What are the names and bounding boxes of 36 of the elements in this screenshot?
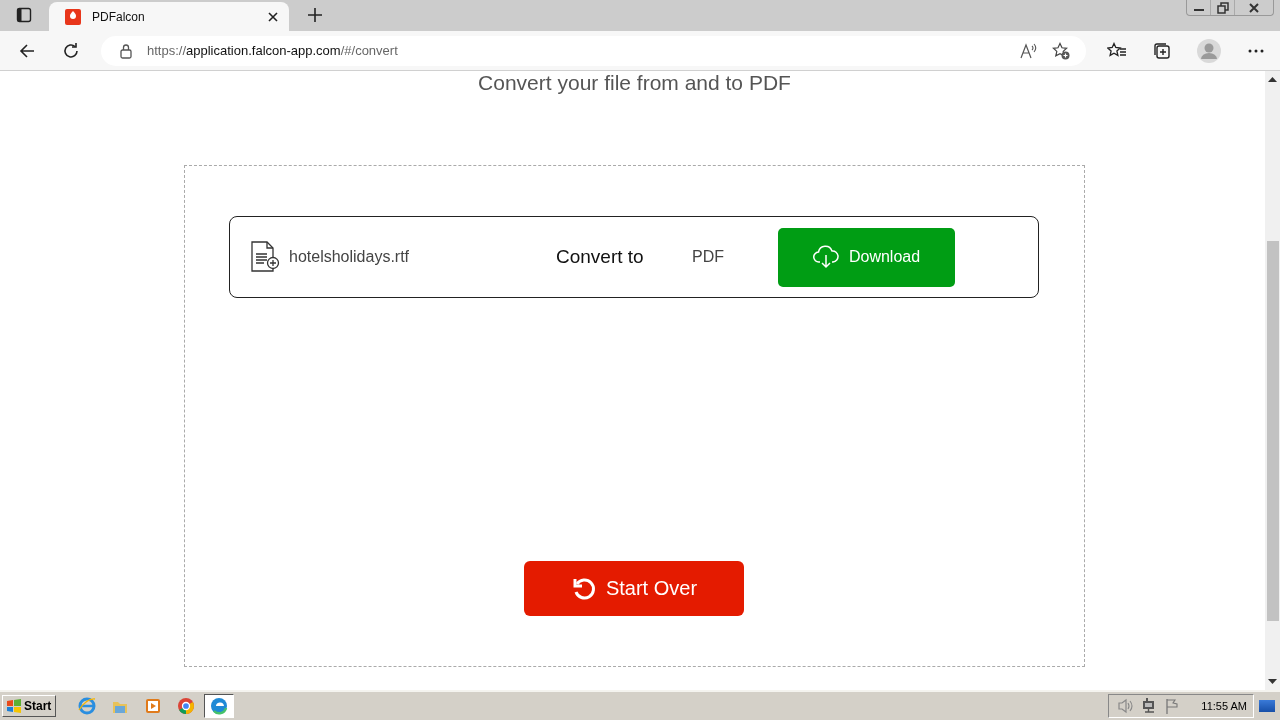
read-aloud-icon[interactable] — [1020, 42, 1038, 59]
restore-icon — [1216, 1, 1229, 14]
document-icon — [250, 241, 280, 273]
file-name: hotelsholidays.rtf — [289, 248, 410, 266]
scrollbar-thumb[interactable] — [1266, 241, 1279, 621]
page-heading: Convert your file from and to PDF — [477, 71, 791, 95]
minimize-icon — [1193, 9, 1204, 11]
url-text: https://application.falcon-app.com/#/convert — [147, 43, 398, 58]
media-player-icon[interactable] — [144, 697, 163, 715]
scrollbar[interactable] — [1265, 71, 1280, 690]
scroll-up-icon[interactable] — [1268, 77, 1277, 82]
start-over-button[interactable]: Start Over — [524, 561, 744, 616]
convert-label: Convert to — [556, 246, 645, 268]
edge-browser-icon[interactable] — [210, 697, 229, 715]
profile-avatar-icon[interactable] — [1197, 38, 1221, 63]
download-button[interactable]: Download — [778, 227, 955, 287]
start-button[interactable]: Start — [2, 695, 57, 717]
address-bar[interactable]: https://application.falcon-app.com/#/convert — [101, 35, 1086, 66]
tab-title: PDFalcon — [92, 9, 146, 24]
add-favorite-icon[interactable] — [1052, 41, 1070, 60]
collections-icon[interactable] — [1153, 41, 1171, 60]
new-tab-icon[interactable] — [307, 7, 323, 23]
close-icon[interactable] — [267, 10, 279, 23]
reload-icon[interactable] — [62, 41, 80, 60]
windows-logo-icon — [6, 699, 22, 713]
cloud-download-icon — [812, 245, 839, 269]
chrome-browser-icon[interactable] — [177, 697, 196, 715]
lock-icon — [119, 42, 133, 59]
tab-actions-icon[interactable] — [16, 7, 32, 23]
target-format: PDF — [692, 248, 725, 266]
back-icon[interactable] — [18, 41, 36, 60]
clock[interactable]: 11:55 AM — [1201, 700, 1247, 712]
browser-tab[interactable]: PDFalcon — [49, 2, 289, 31]
scroll-down-icon[interactable] — [1268, 679, 1277, 684]
pdf-logo-icon — [65, 8, 81, 25]
close-icon — [1248, 1, 1260, 14]
